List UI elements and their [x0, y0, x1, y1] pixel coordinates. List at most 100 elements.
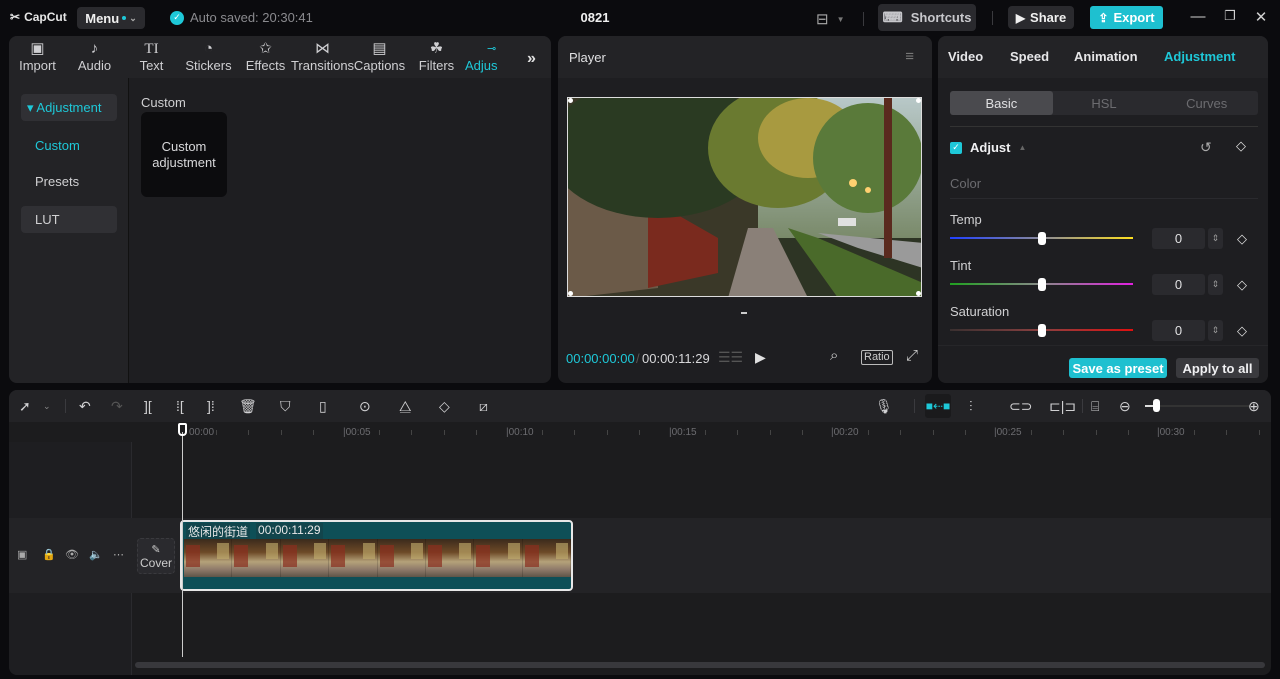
- temp-keyframe-icon[interactable]: ◇: [1237, 231, 1247, 247]
- zoom-slider[interactable]: [1145, 405, 1251, 407]
- resize-handle[interactable]: [568, 291, 573, 296]
- rotate-handle[interactable]: [741, 312, 747, 314]
- track-thumbnail-icon[interactable]: ▣: [17, 548, 27, 561]
- tint-keyframe-icon[interactable]: ◇: [1237, 277, 1247, 293]
- save-as-preset-button[interactable]: Save as preset: [1069, 358, 1167, 378]
- video-clip[interactable]: 悠闲的街道 00:00:11:29: [180, 520, 573, 591]
- temp-slider-knob[interactable]: [1037, 232, 1046, 245]
- tab-animation[interactable]: Animation: [1074, 49, 1138, 64]
- zoom-out-icon[interactable]: ⊖: [1119, 397, 1131, 415]
- project-title[interactable]: 0821: [560, 10, 630, 25]
- temp-stepper[interactable]: ⇕: [1208, 228, 1223, 249]
- freeze-frame-icon[interactable]: ▯: [319, 397, 327, 415]
- share-button[interactable]: ▶ Share: [1008, 6, 1074, 29]
- ratio-button[interactable]: Ratio: [861, 350, 893, 365]
- zoom-slider-knob[interactable]: [1153, 399, 1160, 412]
- tab-captions[interactable]: ▤ Captions: [351, 36, 408, 78]
- adjust-checkbox[interactable]: ✓: [950, 141, 962, 154]
- sidebar-item-presets[interactable]: Presets: [21, 168, 117, 195]
- saturation-stepper[interactable]: ⇕: [1208, 320, 1223, 341]
- resize-handle[interactable]: [568, 98, 573, 103]
- volume-icon[interactable]: 🔈: [89, 548, 103, 561]
- rotate-icon[interactable]: ◇: [439, 397, 450, 415]
- lock-icon[interactable]: 🔒: [42, 548, 56, 561]
- restore-icon[interactable]: ❐: [1220, 8, 1240, 24]
- split-icon[interactable]: ][: [144, 397, 152, 415]
- tab-speed[interactable]: Speed: [1010, 49, 1049, 64]
- keyframe-icon[interactable]: ◇: [1236, 138, 1246, 154]
- select-tool-icon[interactable]: ➚: [19, 397, 31, 415]
- cover-button[interactable]: ✎ Cover: [137, 538, 175, 574]
- tab-stickers[interactable]: ◔ Stickers: [180, 36, 237, 78]
- segment-basic[interactable]: Basic: [950, 91, 1053, 115]
- time-ruler[interactable]: 00:00 |00:05 |00:10 |00:15 |00:20 |00:25…: [133, 422, 1271, 442]
- saturation-slider-knob[interactable]: [1037, 324, 1046, 337]
- tab-effects[interactable]: ✩ Effects: [237, 36, 294, 78]
- chevron-down-icon[interactable]: ⌄: [43, 397, 51, 415]
- caret-up-icon[interactable]: ▲: [1018, 143, 1026, 152]
- segment-curves[interactable]: Curves: [1155, 91, 1258, 115]
- ruler-tick: [965, 430, 967, 435]
- tab-adjustment[interactable]: Adjustment: [1164, 49, 1236, 64]
- tab-transitions[interactable]: ⋈ Transitions: [291, 36, 354, 78]
- play-button[interactable]: ▶: [755, 349, 766, 366]
- ruler-tick: [1030, 430, 1032, 435]
- tint-value-input[interactable]: 0: [1152, 274, 1205, 295]
- playhead[interactable]: [182, 432, 183, 657]
- redo-icon[interactable]: ↷: [111, 397, 123, 415]
- tint-slider-knob[interactable]: [1037, 278, 1046, 291]
- custom-adjustment-card[interactable]: Custom adjustment: [141, 112, 227, 197]
- reverse-icon[interactable]: ⊙: [359, 397, 371, 415]
- link-icon[interactable]: ⊂⊃: [1009, 397, 1032, 415]
- tab-text[interactable]: TI Text: [123, 36, 180, 78]
- preview-axis-icon[interactable]: ⊏|⊐: [1049, 397, 1076, 415]
- export-button[interactable]: ⇪ Export: [1090, 6, 1163, 29]
- crop-icon[interactable]: ⧄: [479, 397, 488, 415]
- tab-import[interactable]: ▣ Import: [9, 36, 66, 78]
- close-icon[interactable]: ✕: [1251, 8, 1271, 26]
- marker-icon[interactable]: ⛉: [280, 397, 291, 415]
- tint-stepper[interactable]: ⇕: [1208, 274, 1223, 295]
- fullscreen-icon[interactable]: ⤢: [906, 347, 918, 364]
- microphone-icon[interactable]: 🎙: [875, 397, 893, 415]
- segment-hsl[interactable]: HSL: [1053, 91, 1156, 115]
- more-tabs-icon[interactable]: »: [527, 50, 536, 68]
- resize-handle[interactable]: [916, 98, 921, 103]
- saturation-keyframe-icon[interactable]: ◇: [1237, 323, 1247, 339]
- reset-icon[interactable]: ↺: [1200, 139, 1212, 156]
- eye-icon[interactable]: 👁: [65, 548, 79, 561]
- playhead-handle[interactable]: [178, 423, 187, 436]
- split-right-icon[interactable]: ]⁞: [207, 397, 215, 415]
- menu-button[interactable]: Menu ⌄: [77, 7, 145, 29]
- zoom-to-fit-icon[interactable]: ⌸: [1091, 397, 1099, 415]
- auto-snap-icon[interactable]: ⫶: [969, 397, 973, 415]
- tab-video[interactable]: Video: [948, 49, 983, 64]
- sidebar-item-lut[interactable]: LUT: [21, 206, 117, 233]
- video-preview[interactable]: [567, 97, 922, 297]
- resize-handle[interactable]: [916, 291, 921, 296]
- stickers-icon: ◔: [203, 40, 214, 57]
- horizontal-scrollbar[interactable]: [135, 662, 1265, 668]
- saturation-value-input[interactable]: 0: [1152, 320, 1205, 341]
- sidebar-item-adjustment[interactable]: ▾ Adjustment: [21, 94, 117, 121]
- sidebar-item-custom[interactable]: Custom: [21, 132, 117, 159]
- mirror-icon[interactable]: ⧋: [399, 397, 412, 415]
- zoom-in-icon[interactable]: ⊕: [1248, 397, 1260, 415]
- layout-button[interactable]: ⊟ ▼: [816, 10, 864, 28]
- undo-icon[interactable]: ↶: [79, 397, 91, 415]
- more-options-icon[interactable]: ⋯: [113, 548, 124, 561]
- delete-icon[interactable]: 🗑: [239, 397, 257, 415]
- tab-filters[interactable]: ☘ Filters: [408, 36, 465, 78]
- minimize-icon[interactable]: —: [1188, 8, 1208, 25]
- shortcuts-button[interactable]: ⌨ Shortcuts: [878, 4, 976, 31]
- clip-frame: [522, 539, 571, 577]
- temp-value-input[interactable]: 0: [1152, 228, 1205, 249]
- zoom-fit-icon[interactable]: ⌕: [830, 347, 838, 364]
- tab-adjustment[interactable]: ⊸ Adjus: [465, 36, 505, 78]
- hamburger-menu-icon[interactable]: ≡: [905, 48, 914, 65]
- capcut-logo-icon: ✂: [10, 10, 21, 24]
- split-left-icon[interactable]: ⁞[: [176, 397, 184, 415]
- tab-audio[interactable]: ♪ Audio: [66, 36, 123, 78]
- apply-to-all-button[interactable]: Apply to all: [1176, 358, 1259, 378]
- main-track-magnet-button[interactable]: ■⇠■: [925, 394, 951, 418]
